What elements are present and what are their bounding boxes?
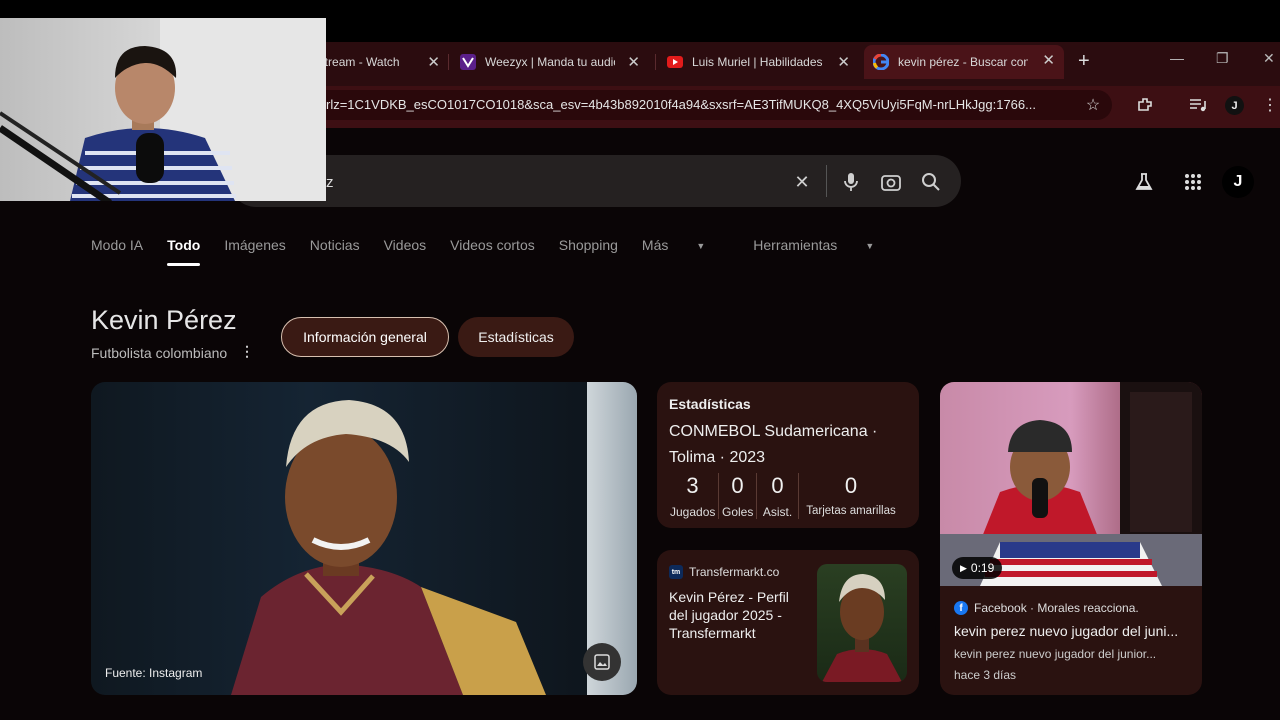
- search-icon[interactable]: [920, 171, 942, 193]
- tab-herramientas[interactable]: Herramientas ▼: [753, 237, 898, 253]
- weezyx-icon: [460, 54, 476, 70]
- tab-modo-ia[interactable]: Modo IA: [91, 237, 143, 253]
- stat-label: Goles: [722, 505, 754, 519]
- tab-title: Luis Muriel | Habilidades: [692, 55, 822, 69]
- tab-todo[interactable]: Todo: [167, 237, 201, 266]
- chip-informacion-general[interactable]: Información general: [281, 317, 449, 357]
- stats-heading: Estadísticas: [669, 396, 751, 412]
- window-close-icon[interactable]: ✕: [1263, 50, 1275, 67]
- result-source: tm Transfermarkt.co: [669, 565, 779, 579]
- close-icon[interactable]: ✕: [627, 53, 640, 71]
- player-thumbnail-illustration: [822, 574, 902, 682]
- result-title[interactable]: kevin perez nuevo jugador del juni...: [954, 623, 1194, 639]
- transfermarkt-result[interactable]: tm Transfermarkt.co Kevin Pérez - Perfil…: [657, 550, 919, 695]
- stat-value: 3: [686, 473, 699, 498]
- caret-down-icon: ▼: [865, 241, 875, 252]
- media-control-icon[interactable]: [1188, 95, 1208, 115]
- transfermarkt-favicon-icon: tm: [669, 565, 683, 579]
- tab-noticias[interactable]: Noticias: [310, 237, 360, 253]
- close-icon[interactable]: ✕: [837, 53, 850, 71]
- stat-value: 0: [731, 473, 744, 498]
- result-thumbnail: [817, 564, 907, 682]
- more-options-icon[interactable]: ⋮: [240, 343, 254, 360]
- tab-herramientas-label: Herramientas: [753, 237, 838, 253]
- tab-separator: [655, 54, 656, 70]
- source-name: Transfermarkt.co: [689, 565, 780, 579]
- tab-imagenes[interactable]: Imágenes: [224, 237, 285, 253]
- stats-competition: CONMEBOL Sudamericana · Tolima · 2023: [669, 423, 878, 466]
- profile-avatar[interactable]: J: [1225, 96, 1244, 115]
- tab-youtube[interactable]: Luis Muriel | Habilidades ✕: [667, 47, 850, 77]
- google-icon: [873, 54, 889, 70]
- result-title[interactable]: Kevin Pérez - Perfil del jugador 2025 - …: [669, 588, 799, 642]
- new-tab-button[interactable]: +: [1078, 50, 1090, 73]
- account-avatar[interactable]: J: [1222, 166, 1254, 198]
- search-divider: [826, 165, 827, 197]
- tab-shopping[interactable]: Shopping: [559, 237, 618, 253]
- url-text[interactable]: rlz=1C1VDKB_esCO1017CO1018&sca_esv=4b43b…: [326, 97, 1036, 112]
- tab-mas-label: Más: [641, 237, 669, 253]
- image-search-icon[interactable]: [583, 643, 621, 681]
- tab-videos-cortos[interactable]: Videos cortos: [450, 237, 535, 253]
- lens-icon[interactable]: [880, 171, 902, 193]
- stat-label: Tarjetas amarillas: [806, 505, 896, 517]
- result-age: hace 3 días: [954, 668, 1017, 682]
- facebook-video-result[interactable]: ▶ 0:19 f Facebook · Morales reacciona. k…: [940, 382, 1202, 695]
- tab-videos[interactable]: Videos: [384, 237, 427, 253]
- video-thumbnail[interactable]: [940, 382, 1202, 586]
- clear-icon[interactable]: ✕: [791, 171, 813, 193]
- stats-row: 3 Jugados 0 Goles 0 Asist. 0 Tarjetas am…: [667, 473, 903, 519]
- caret-down-icon: ▼: [696, 241, 706, 252]
- stat-tarjetas: 0 Tarjetas amarillas: [799, 473, 903, 519]
- webcam-overlay: [0, 18, 326, 201]
- stat-label: Jugados: [670, 505, 716, 519]
- tab-title: Weezyx | Manda tu audio: [485, 55, 615, 69]
- tab-google-active[interactable]: kevin pérez - Buscar con Google ✕: [864, 45, 1064, 79]
- play-icon: ▶: [960, 562, 967, 573]
- tab-separator: [448, 54, 449, 70]
- entity-title: Kevin Pérez: [91, 305, 237, 335]
- stat-asistencias: 0 Asist.: [757, 473, 799, 519]
- extensions-icon[interactable]: [1135, 95, 1155, 115]
- stat-jugados: 3 Jugados: [667, 473, 719, 519]
- player-photo[interactable]: Fuente: Instagram: [91, 382, 637, 695]
- facebook-icon: f: [954, 601, 968, 615]
- tab-weezyx[interactable]: Weezyx | Manda tu audio ✕: [460, 47, 640, 77]
- result-source: f Facebook · Morales reacciona.: [954, 601, 1139, 615]
- stat-value: 0: [844, 473, 858, 498]
- close-icon[interactable]: ✕: [427, 53, 440, 71]
- streamer-webcam-illustration: [0, 18, 326, 201]
- search-tabs: Modo IA Todo Imágenes Noticias Videos Vi…: [91, 237, 922, 266]
- close-icon[interactable]: ✕: [1042, 51, 1055, 69]
- video-thumbnail-illustration: [940, 382, 1202, 586]
- apps-grid-icon[interactable]: [1181, 170, 1205, 194]
- video-duration: ▶ 0:19: [952, 557, 1003, 579]
- stat-label: Asist.: [762, 505, 793, 519]
- image-source: Fuente: Instagram: [105, 666, 203, 680]
- minimize-icon[interactable]: —: [1170, 50, 1184, 66]
- chip-estadisticas[interactable]: Estadísticas: [458, 317, 574, 357]
- tab-mas[interactable]: Más ▼: [642, 237, 729, 253]
- duration-text: 0:19: [970, 561, 995, 575]
- player-illustration: [231, 400, 546, 695]
- result-snippet: kevin perez nuevo jugador del junior...: [954, 647, 1157, 661]
- entity-subtitle: Futbolista colombiano: [91, 345, 228, 361]
- bookmark-star-icon[interactable]: ☆: [1083, 95, 1103, 115]
- microphone-icon[interactable]: [840, 171, 862, 193]
- source-name: Facebook · Morales reacciona.: [974, 601, 1139, 615]
- labs-flask-icon[interactable]: [1132, 170, 1156, 194]
- search-input[interactable]: z: [326, 174, 334, 191]
- stats-card[interactable]: Estadísticas CONMEBOL Sudamericana · Tol…: [657, 382, 919, 528]
- tab-title: kevin pérez - Buscar con Google: [898, 55, 1028, 69]
- stat-value: 0: [771, 473, 784, 498]
- stat-goles: 0 Goles: [719, 473, 757, 519]
- restore-icon[interactable]: ❐: [1216, 50, 1229, 67]
- menu-kebab-icon[interactable]: ⋮: [1260, 95, 1280, 115]
- youtube-icon: [667, 54, 683, 70]
